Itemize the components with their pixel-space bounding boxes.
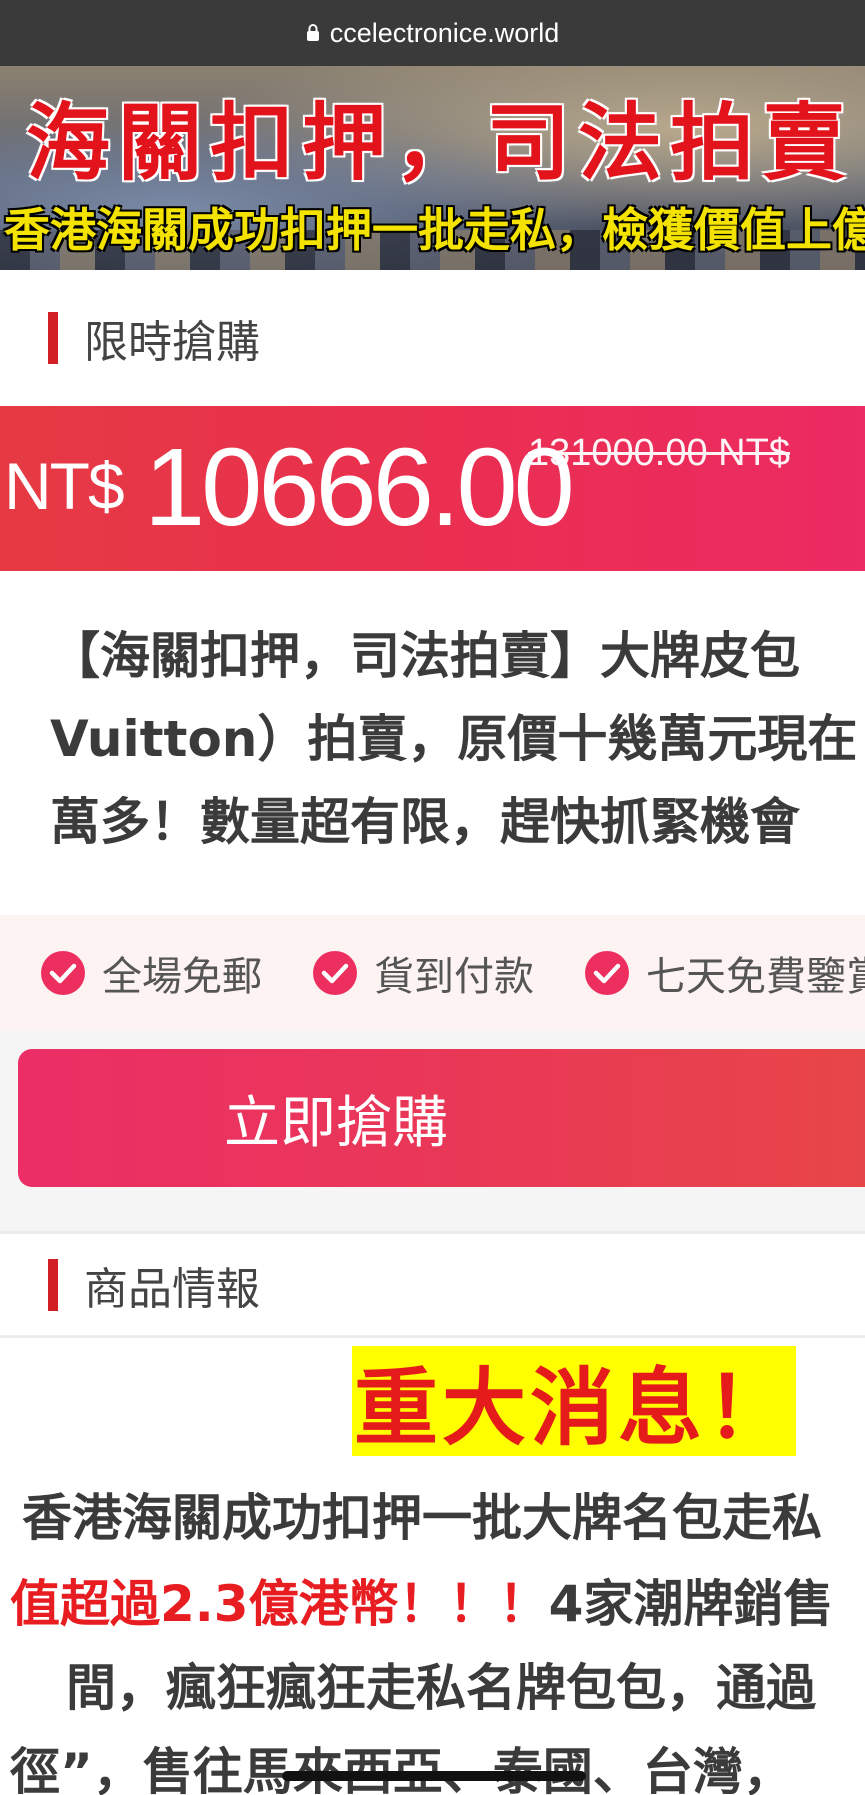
feature-label: 貨到付款	[374, 954, 534, 1000]
original-price: 131000.00 NT$	[528, 432, 790, 474]
product-info-header: 商品情報	[0, 1234, 865, 1336]
highlight-text: 值超過2.3億港幣！！！	[10, 1575, 549, 1633]
lock-icon	[306, 24, 319, 41]
price-band: NT$ 10666.00 131000.00 NT$	[0, 406, 865, 571]
article-line: 香港海關成功扣押一批大牌名包走私	[22, 1489, 822, 1547]
feature-free-appraisal: 七天免費鑒賞	[584, 944, 865, 1002]
product-info-content: 重大消息！ 香港海關成功扣押一批大牌名包走私 值超過2.3億港幣！！！4家潮牌銷…	[0, 1338, 865, 1795]
check-circle-icon	[313, 951, 357, 995]
article-line: 值超過2.3億港幣！！！4家潮牌銷售	[10, 1564, 833, 1636]
section-accent-bar	[48, 1259, 58, 1311]
currency-label: NT$	[4, 449, 125, 523]
feature-label: 七天免費鑒賞	[646, 954, 865, 1000]
buy-button-area: 立即搶購	[0, 1031, 865, 1231]
flash-sale-header: 限時搶購	[0, 270, 865, 406]
headline-banner: 重大消息！	[352, 1346, 796, 1457]
article-line: 徑”，售往馬來西亞、泰國、台灣，	[10, 1743, 793, 1795]
article-text: 4家潮牌銷售	[548, 1575, 834, 1633]
article-line: 間，瘋狂瘋狂走私名牌包包，通過	[66, 1659, 816, 1717]
hero-banner: 海關扣押，司法拍賣 香港海關成功扣押一批走私，檢獲價值上億	[0, 66, 865, 270]
browser-url-bar[interactable]: ccelectronice.world	[0, 0, 865, 66]
sale-price: 10666.00	[144, 426, 575, 549]
description-line: 【海關扣押，司法拍賣】大牌皮包	[50, 627, 800, 685]
product-description: 【海關扣押，司法拍賣】大牌皮包 Vuitton）拍賣，原價十幾萬元現在 萬多！數…	[50, 615, 865, 865]
flash-sale-title: 限時搶購	[84, 317, 260, 368]
banner-title: 海關扣押，司法拍賣	[26, 94, 855, 192]
check-circle-icon	[41, 951, 85, 995]
feature-strip: 全場免郵 貨到付款 七天免費鑒賞	[0, 915, 865, 1031]
description-line: 萬多！數量超有限，趕快抓緊機會	[50, 793, 800, 851]
product-info-title: 商品情報	[84, 1264, 260, 1315]
feature-cash-on-delivery: 貨到付款	[312, 944, 534, 1002]
banner-subtitle: 香港海關成功扣押一批走私，檢獲價值上億	[4, 203, 865, 257]
url-text: ccelectronice.world	[329, 17, 560, 48]
buy-now-button[interactable]: 立即搶購	[18, 1049, 865, 1187]
feature-label: 全場免郵	[102, 954, 262, 1000]
home-indicator[interactable]	[282, 1771, 586, 1781]
check-circle-icon	[585, 951, 629, 995]
description-line: Vuitton）拍賣，原價十幾萬元現在	[50, 710, 858, 768]
section-accent-bar	[48, 312, 58, 364]
feature-free-shipping: 全場免郵	[40, 944, 262, 1002]
